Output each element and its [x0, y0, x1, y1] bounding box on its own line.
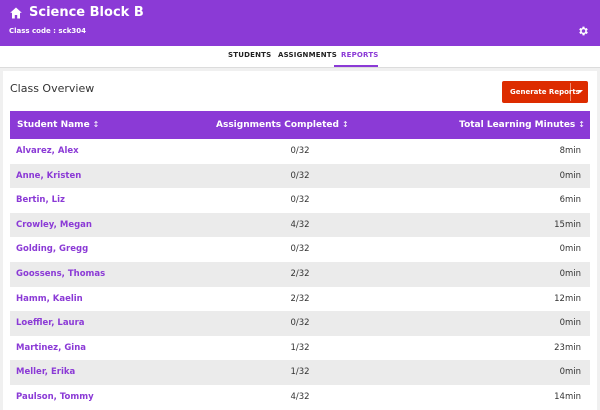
- table-row: Goossens, Thomas 2/32 0min: [10, 261, 590, 287]
- column-header-total-learning-minutes[interactable]: Total Learning Minutes ↕: [459, 120, 585, 130]
- assignments-completed-value: 1/32: [290, 342, 310, 353]
- learning-minutes-value: 0min: [559, 170, 581, 181]
- page-title: Class Overview: [10, 82, 95, 95]
- sort-icon[interactable]: ↕: [342, 120, 349, 129]
- learning-minutes-value: 12min: [554, 293, 581, 304]
- table-row: Golding, Gregg 0/32 0min: [10, 237, 590, 262]
- active-tab-indicator: [334, 65, 378, 67]
- class-title: Science Block B: [29, 5, 144, 20]
- assignments-completed-value: 2/32: [290, 293, 310, 304]
- learning-minutes-value: 23min: [554, 342, 581, 353]
- assignments-completed-value: 0/32: [290, 244, 310, 255]
- table-row: Loeffler, Laura 0/32 0min: [10, 311, 590, 336]
- table-row: Paulson, Tommy 4/32 14min: [10, 384, 590, 410]
- caret-down-icon[interactable]: [577, 90, 583, 93]
- app-header: Science Block B Class code : sck304: [0, 0, 600, 46]
- learning-minutes-value: 14min: [554, 391, 581, 402]
- sort-icon[interactable]: ↕: [578, 120, 585, 129]
- learning-minutes-value: 0min: [559, 244, 581, 255]
- button-divider: [570, 83, 571, 101]
- assignments-completed-value: 0/32: [290, 318, 310, 329]
- table-row: Meller, Erika 1/32 0min: [10, 360, 590, 385]
- table-row: Anne, Kristen 0/32 0min: [10, 163, 590, 189]
- column-header-student-name[interactable]: Student Name ↕: [17, 120, 99, 130]
- tab-assignments[interactable]: ASSIGNMENTS: [278, 51, 337, 59]
- learning-minutes-value: 6min: [559, 195, 581, 206]
- tab-students[interactable]: STUDENTS: [228, 51, 271, 59]
- sort-icon[interactable]: ↕: [93, 120, 100, 129]
- learning-minutes-value: 0min: [559, 367, 581, 378]
- learning-minutes-value: 15min: [554, 219, 581, 230]
- generate-reports-button[interactable]: Generate Reports: [502, 81, 588, 103]
- gear-icon[interactable]: [577, 25, 589, 37]
- table-row: Crowley, Megan 4/32 15min: [10, 212, 590, 238]
- column-header-assignments-completed[interactable]: Assignments Completed ↕: [216, 120, 349, 130]
- tab-bar: STUDENTS ASSIGNMENTS REPORTS: [0, 46, 600, 68]
- assignments-completed-value: 4/32: [290, 219, 310, 230]
- table-body: Alvarez, Alex 0/32 8min Anne, Kristen 0/…: [10, 139, 590, 410]
- class-code: Class code : sck304: [9, 27, 87, 35]
- assignments-completed-value: 1/32: [290, 367, 310, 378]
- class-overview-card: Class Overview Generate Reports Student …: [3, 71, 597, 410]
- table-header: Student Name ↕ Assignments Completed ↕ Tot…: [10, 111, 590, 139]
- home-icon[interactable]: [9, 6, 23, 20]
- column-label: Student Name: [17, 120, 90, 130]
- learning-minutes-value: 0min: [559, 318, 581, 329]
- assignments-completed-value: 4/32: [290, 391, 310, 402]
- assignments-completed-value: 0/32: [290, 195, 310, 206]
- table-row: Bertin, Liz 0/32 6min: [10, 188, 590, 213]
- column-label: Assignments Completed: [216, 120, 339, 130]
- table-row: Hamm, Kaelin 2/32 12min: [10, 286, 590, 312]
- assignments-completed-value: 2/32: [290, 268, 310, 279]
- table-row: Alvarez, Alex 0/32 8min: [10, 139, 590, 164]
- learning-minutes-value: 8min: [559, 146, 581, 156]
- learning-minutes-value: 0min: [559, 268, 581, 279]
- tab-reports[interactable]: REPORTS: [341, 51, 379, 59]
- assignments-completed-value: 0/32: [290, 146, 310, 156]
- column-label: Total Learning Minutes: [459, 120, 576, 130]
- table-row: Martinez, Gina 1/32 23min: [10, 335, 590, 361]
- assignments-completed-value: 0/32: [290, 170, 310, 181]
